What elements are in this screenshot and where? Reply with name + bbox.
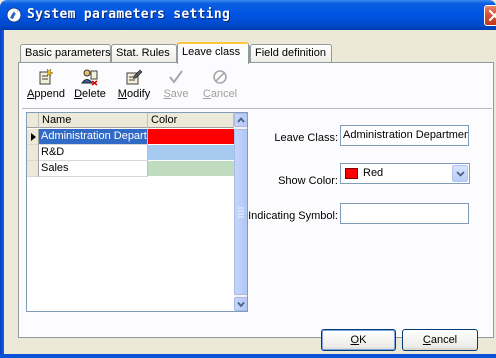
cell-color[interactable]: [148, 145, 234, 161]
cancel-label: Cancel: [202, 88, 238, 100]
show-color-select[interactable]: Red: [340, 163, 470, 184]
chevron-up-icon: [237, 117, 245, 123]
title-bar[interactable]: System parameters setting: [0, 0, 496, 30]
tab-basic-parameters[interactable]: Basic parameters: [20, 44, 111, 63]
leave-class-grid[interactable]: Name Color Administration Departm R&D Sa…: [26, 112, 248, 312]
close-icon: [489, 10, 496, 21]
window-title: System parameters setting: [27, 7, 231, 22]
tab-label: Stat. Rules: [116, 47, 170, 59]
window-border-left: [0, 30, 4, 358]
window-border-bottom: [0, 354, 496, 358]
grip-icon: [238, 207, 244, 218]
delete-icon: [81, 69, 98, 86]
cell-name[interactable]: Sales: [39, 161, 148, 177]
delete-label: Delete: [74, 88, 106, 100]
cancel-accel: C: [422, 334, 431, 346]
delete-button[interactable]: Delete: [70, 66, 110, 106]
app-globe-icon: [6, 7, 22, 23]
ok-accel: O: [350, 334, 360, 346]
cell-color[interactable]: [148, 129, 234, 145]
cancel-button[interactable]: Cancel: [402, 329, 478, 351]
tab-leave-class[interactable]: Leave class: [177, 42, 249, 64]
table-row[interactable]: Sales: [27, 161, 234, 177]
cancel-button-label: ancel: [430, 334, 458, 346]
scroll-thumb[interactable]: [234, 129, 247, 295]
grid-header: Name Color: [27, 113, 234, 128]
tab-label: Leave class: [182, 46, 241, 58]
tab-label: Basic parameters: [25, 47, 111, 59]
color-swatch: [345, 168, 358, 179]
save-label: Save: [163, 88, 189, 100]
checkmark-icon: [169, 70, 183, 84]
show-color-label: Show Color:: [278, 175, 338, 187]
save-button[interactable]: Save: [158, 66, 194, 106]
toolbar-cancel-button[interactable]: Cancel: [200, 66, 240, 106]
tab-stat-rules[interactable]: Stat. Rules: [111, 44, 177, 63]
scroll-up-button[interactable]: [234, 113, 247, 127]
ok-label: K: [359, 334, 367, 346]
leave-class-input[interactable]: Administration Department: [340, 125, 469, 146]
chevron-down-icon: [237, 301, 245, 308]
ok-button[interactable]: OK: [321, 329, 396, 351]
cell-color[interactable]: [148, 161, 234, 177]
show-color-value: Red: [363, 167, 384, 179]
row-indicator: [27, 129, 39, 145]
grid-vertical-scrollbar[interactable]: [234, 113, 247, 311]
modify-button[interactable]: Modify: [114, 66, 154, 106]
append-label: Append: [27, 88, 65, 100]
table-row[interactable]: R&D: [27, 145, 234, 161]
table-row[interactable]: Administration Departm: [27, 129, 234, 145]
toolbar: Append Delete Modify Save Cancel: [24, 66, 494, 108]
tab-label: Field definition: [255, 47, 326, 59]
leave-class-label: Leave Class:: [274, 132, 338, 144]
append-button[interactable]: Append: [24, 66, 68, 106]
cell-name[interactable]: Administration Departm: [39, 129, 148, 145]
modify-icon: [126, 69, 143, 85]
cell-name[interactable]: R&D: [39, 145, 148, 161]
indicating-symbol-input[interactable]: [340, 203, 469, 224]
column-header-color[interactable]: Color: [148, 113, 234, 128]
append-icon: [39, 68, 54, 85]
scroll-down-button[interactable]: [234, 297, 247, 311]
row-indicator: [27, 161, 39, 177]
row-indicator: [27, 145, 39, 161]
row-pointer-icon: [31, 133, 36, 141]
modify-label: Modify: [117, 88, 151, 100]
dropdown-button[interactable]: [452, 165, 468, 182]
toolbar-divider: [22, 108, 492, 109]
indicating-symbol-label: Indicating Symbol:: [248, 210, 338, 222]
chevron-down-icon: [456, 171, 465, 177]
column-header-name[interactable]: Name: [39, 113, 148, 128]
close-button[interactable]: [484, 5, 496, 26]
header-indicator-cell: [27, 113, 39, 128]
tab-field-definition[interactable]: Field definition: [250, 44, 332, 63]
cancel-icon: [213, 70, 227, 84]
dialog-window: System parameters setting Basic paramete…: [0, 0, 496, 358]
